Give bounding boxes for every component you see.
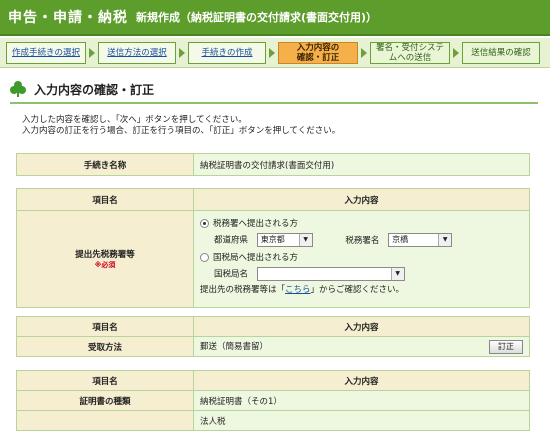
step-label: 入力内容の — [296, 43, 340, 53]
option-tax-bureau[interactable]: 国税局へ提出される方 — [200, 251, 523, 265]
step-label: 送信結果の確認 — [471, 48, 531, 58]
receive-method-cell: 郵送（簡易書留） 訂正 — [193, 336, 530, 357]
page-title: 入力内容の確認・訂正 — [10, 78, 154, 100]
office-label: 税務署名 — [345, 235, 380, 246]
certificate-extra-value: 法人税 — [193, 410, 530, 431]
step-confirm-result: 送信結果の確認 — [462, 42, 540, 64]
step-arrow-icon — [361, 48, 367, 58]
step-confirm-input: 入力内容の 確認・訂正 — [278, 42, 358, 64]
bureau-label: 国税局名 — [214, 269, 249, 279]
receive-method-table: 項目名 入力内容 受取方法 郵送（簡易書留） 訂正 — [16, 316, 530, 357]
certificate-table: 項目名 入力内容 証明書の種類 納税証明書（その1） 法人税 — [16, 370, 530, 431]
certificate-extra-label — [16, 410, 194, 431]
column-header-input: 入力内容 — [193, 370, 530, 391]
step-sign-send: 署名・受付システ ムへの送信 — [370, 42, 450, 64]
step-select-procedure[interactable]: 作成手続きの選択 — [6, 42, 86, 64]
procedure-name-value: 納税証明書の交付請求(書面交付用) — [193, 153, 530, 176]
option-tax-office[interactable]: 税務署へ提出される方 — [200, 217, 523, 231]
column-header-item: 項目名 — [16, 316, 194, 337]
certificate-type-label: 証明書の種類 — [16, 390, 194, 411]
step-label: 作成手続きの選択 — [11, 48, 80, 58]
intro-line: 入力した内容を確認し、「次へ」ボタンを押してください。 — [22, 115, 247, 125]
note-text: 」からご確認ください。 — [310, 285, 405, 295]
tax-office-note: 提出先の税務署等は「こちら」からご確認ください。 — [200, 283, 523, 297]
chevron-down-icon: ▼ — [298, 234, 312, 246]
required-mark: ※必須 — [94, 261, 116, 269]
column-header-item: 項目名 — [16, 188, 194, 211]
clover-icon — [10, 81, 26, 97]
tax-office-select[interactable]: 京橋 ▼ — [388, 233, 453, 247]
column-header-input: 入力内容 — [193, 188, 530, 211]
receive-method-value: 郵送（簡易書留） — [200, 341, 269, 352]
step-navigation: 作成手続きの選択 送信方法の選択 手続きの作成 入力内容の 確認・訂正 署名・受付… — [0, 38, 550, 68]
note-text: 提出先の税務署等は「 — [200, 285, 286, 295]
step-create-procedure[interactable]: 手続きの作成 — [188, 42, 266, 64]
app-header: 申告・申請・納税 新規作成（納税証明書の交付請求(書面交付用)） — [0, 0, 550, 36]
radio-empty-icon[interactable] — [200, 252, 209, 262]
option-label: 国税局へ提出される方 — [213, 252, 299, 263]
receive-method-label: 受取方法 — [16, 336, 194, 357]
option-label: 税務署へ提出される方 — [213, 219, 299, 229]
radio-selected-icon[interactable] — [200, 219, 209, 228]
step-label: 手続きの作成 — [201, 48, 253, 58]
step-arrow-icon — [269, 48, 275, 58]
column-header-input: 入力内容 — [193, 316, 530, 337]
step-label: 署名・受付システ — [375, 43, 444, 53]
step-arrow-icon — [453, 48, 459, 58]
chevron-down-icon: ▼ — [438, 234, 452, 246]
procedure-name-label: 手続き名称 — [16, 153, 194, 176]
header-subtitle: 新規作成（納税証明書の交付請求(書面交付用)） — [136, 11, 378, 24]
step-label: 確認・訂正 — [296, 53, 340, 63]
tax-office-label: 提出先税務署等 — [75, 250, 135, 260]
prefecture-select[interactable]: 東京都 ▼ — [256, 233, 313, 247]
prefecture-label: 都道府県 — [214, 235, 249, 246]
page-title-text: 入力内容の確認・訂正 — [34, 82, 155, 97]
header-title: 申告・申請・納税 — [8, 10, 128, 26]
chevron-down-icon: ▼ — [390, 267, 404, 280]
column-header-item: 項目名 — [16, 370, 194, 391]
lookup-link[interactable]: こちら — [285, 285, 311, 295]
step-label: ムへの送信 — [388, 53, 432, 63]
certificate-type-value: 納税証明書（その1） — [193, 390, 530, 411]
select-value: 東京都 — [260, 235, 285, 244]
step-arrow-icon — [89, 48, 95, 58]
intro-text: 入力した内容を確認し、「次へ」ボタンを押してください。 入力内容の訂正を行う場合… — [22, 115, 340, 137]
step-arrow-icon — [179, 48, 185, 58]
tax-office-label-cell: 提出先税務署等 ※必須 — [16, 210, 194, 308]
fix-button[interactable]: 訂正 — [489, 339, 523, 354]
intro-line: 入力内容の訂正を行う場合、訂正を行う項目の、「訂正」ボタンを押してください。 — [22, 126, 341, 136]
tax-bureau-select[interactable]: ▼ — [256, 266, 405, 281]
select-value: 京橋 — [392, 235, 409, 244]
tax-office-input-cell: 税務署へ提出される方 都道府県 東京都 ▼ 税務署名 京橋 ▼ 国税局へ提出される方… — [193, 210, 530, 308]
title-divider — [10, 102, 538, 104]
step-label: 送信方法の選択 — [107, 48, 167, 58]
tax-office-table: 項目名 入力内容 提出先税務署等 ※必須 税務署へ提出される方 都道府県 東京都 ▼… — [16, 188, 530, 308]
procedure-table: 手続き名称 納税証明書の交付請求(書面交付用) — [16, 153, 530, 176]
step-select-send-method[interactable]: 送信方法の選択 — [98, 42, 176, 64]
